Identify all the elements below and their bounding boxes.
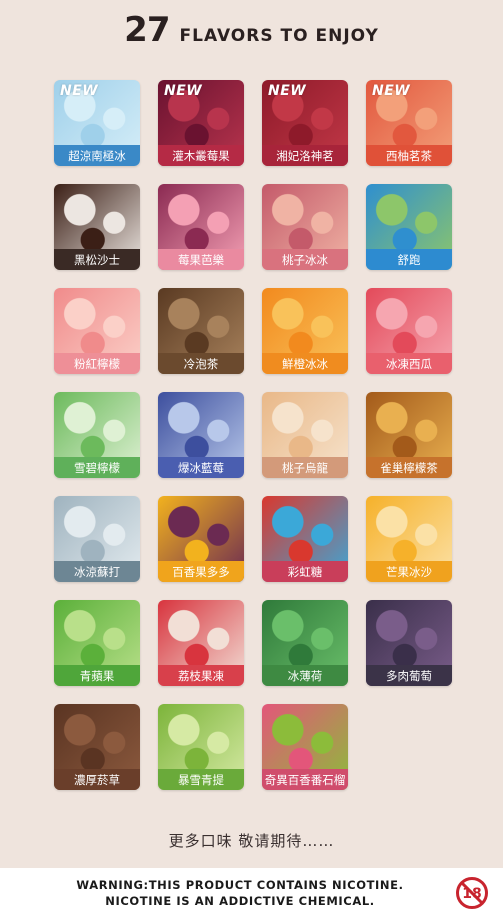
- flavor-tile: 奇異百香番石榴: [262, 704, 348, 790]
- flavor-name: 黑松沙士: [54, 249, 140, 270]
- flavor-tile: NEW 西柚茗茶: [366, 80, 452, 166]
- flavor-tile: 荔枝果凍: [158, 600, 244, 686]
- flavor-tile: 百香果多多: [158, 496, 244, 582]
- flavor-tile: 黑松沙士: [54, 184, 140, 270]
- flavor-tile: NEW 湘妃洛神茗: [262, 80, 348, 166]
- flavor-name: 舒跑: [366, 249, 452, 270]
- flavor-name: 奇異百香番石榴: [262, 769, 348, 790]
- flavor-name: 彩虹糖: [262, 561, 348, 582]
- new-badge: NEW: [372, 83, 411, 99]
- flavor-name: 冰薄荷: [262, 665, 348, 686]
- flavor-tile: 冷泡茶: [158, 288, 244, 374]
- flavor-name: 爆冰藍莓: [158, 457, 244, 478]
- flavor-name: 鮮橙冰冰: [262, 353, 348, 374]
- flavor-tile: 青蘋果: [54, 600, 140, 686]
- flavor-tile: 桃子烏龍: [262, 392, 348, 478]
- flavor-name: 暴雪青提: [158, 769, 244, 790]
- flavor-tile: 彩虹糖: [262, 496, 348, 582]
- flavor-name: 冷泡茶: [158, 353, 244, 374]
- flavor-name: 芒果冰沙: [366, 561, 452, 582]
- flavor-name: 雀巢檸檬茶: [366, 457, 452, 478]
- warning-line-2: NICOTINE IS AN ADDICTIVE CHEMICAL.: [105, 894, 375, 908]
- flavor-tile: 冰涼蘇打: [54, 496, 140, 582]
- flavor-name: 雪碧檸檬: [54, 457, 140, 478]
- flavor-name: 灌木叢莓果: [158, 145, 244, 166]
- flavor-tile: 雪碧檸檬: [54, 392, 140, 478]
- flavor-name: 莓果芭樂: [158, 249, 244, 270]
- flavor-tile: 暴雪青提: [158, 704, 244, 790]
- flavor-tile: 粉紅檸檬: [54, 288, 140, 374]
- flavor-tile: 雀巢檸檬茶: [366, 392, 452, 478]
- new-badge: NEW: [268, 83, 307, 99]
- flavor-name: 濃厚菸草: [54, 769, 140, 790]
- flavor-tile: 多肉葡萄: [366, 600, 452, 686]
- flavor-tile: 舒跑: [366, 184, 452, 270]
- new-badge: NEW: [60, 83, 99, 99]
- page-title: 27 FLAVORS TO ENJOY: [0, 10, 503, 50]
- more-coming-text: 更多口味 敬请期待……: [168, 832, 335, 850]
- flavor-name: 超涼南極冰: [54, 145, 140, 166]
- flavor-tile: 莓果芭樂: [158, 184, 244, 270]
- flavor-tile: 芒果冰沙: [366, 496, 452, 582]
- flavor-name: 多肉葡萄: [366, 665, 452, 686]
- flavor-tile: 冰薄荷: [262, 600, 348, 686]
- flavor-tile: 桃子冰冰: [262, 184, 348, 270]
- flavor-tile: NEW 超涼南極冰: [54, 80, 140, 166]
- flavor-name: 荔枝果凍: [158, 665, 244, 686]
- flavor-name: 冰涼蘇打: [54, 561, 140, 582]
- flavor-name: 冰凍西瓜: [366, 353, 452, 374]
- flavor-tile: 冰凍西瓜: [366, 288, 452, 374]
- flavor-tile: 爆冰藍莓: [158, 392, 244, 478]
- flavor-tile: 濃厚菸草: [54, 704, 140, 790]
- flavor-name: 桃子冰冰: [262, 249, 348, 270]
- flavor-name: 百香果多多: [158, 561, 244, 582]
- flavor-name: 湘妃洛神茗: [262, 145, 348, 166]
- flavor-name: 青蘋果: [54, 665, 140, 686]
- flavor-grid: NEW 超涼南極冰 NEW 灌木叢莓果 NEW 湘妃洛神茗 NEW 西柚茗茶 黑松沙士 莓果芭樂桃…: [54, 80, 452, 790]
- flavor-count: 27: [124, 10, 170, 50]
- warning-line-1: WARNING:THIS PRODUCT CONTAINS NICOTINE.: [76, 878, 404, 892]
- flavor-name: 桃子烏龍: [262, 457, 348, 478]
- flavor-tile: NEW 灌木叢莓果: [158, 80, 244, 166]
- age-restriction-icon: 18: [456, 877, 488, 909]
- flavor-tile: 鮮橙冰冰: [262, 288, 348, 374]
- flavor-name: 西柚茗茶: [366, 145, 452, 166]
- title-text: FLAVORS TO ENJOY: [179, 26, 379, 46]
- nicotine-warning: WARNING:THIS PRODUCT CONTAINS NICOTINE. …: [0, 868, 503, 920]
- flavor-name: 粉紅檸檬: [54, 353, 140, 374]
- new-badge: NEW: [164, 83, 203, 99]
